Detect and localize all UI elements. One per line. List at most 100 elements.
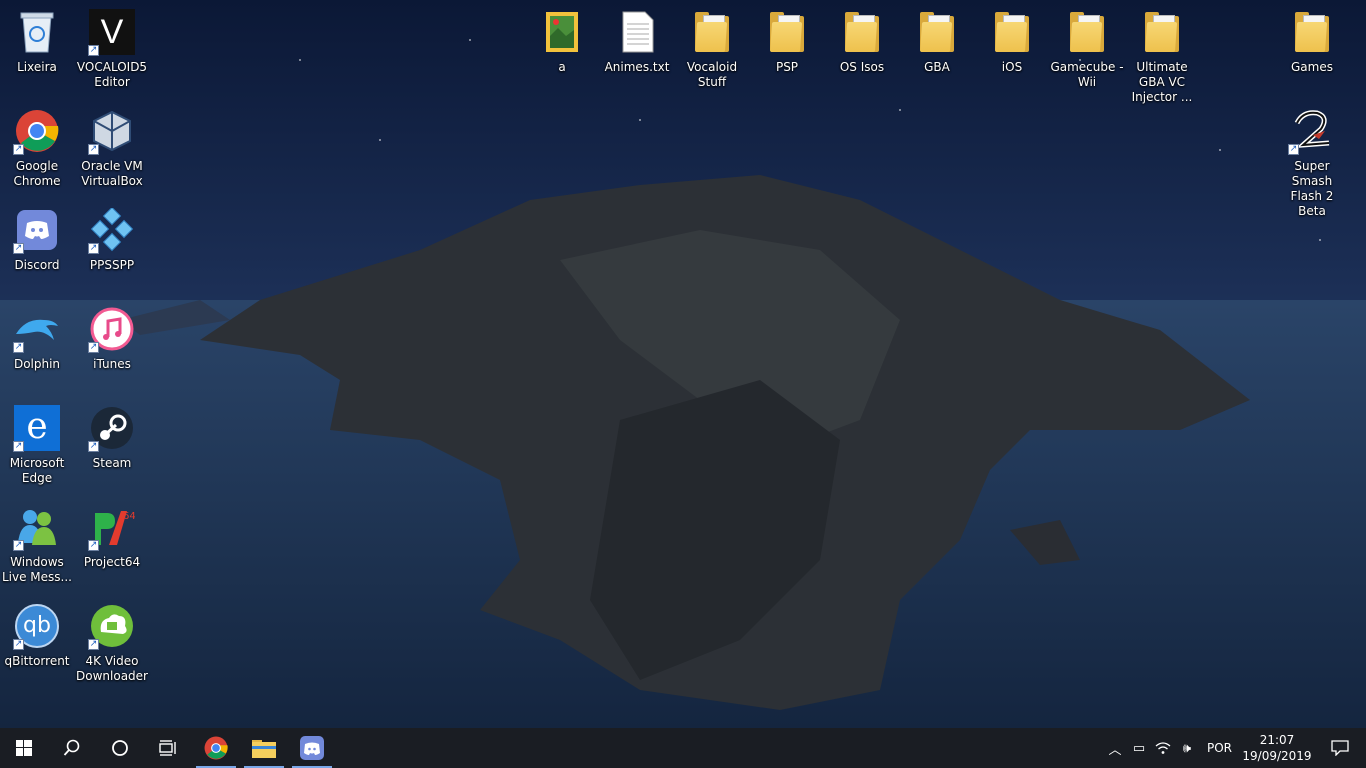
shortcut-arrow-icon: ↗ [88,639,99,650]
folder-icon [1063,8,1111,56]
shortcut-arrow-icon: ↗ [88,45,99,56]
desktop-icon-qbittorrent[interactable]: qb ↗ qBittorrent [0,602,74,669]
desktop-icon-ios[interactable]: iOS [975,8,1049,75]
shortcut-arrow-icon: ↗ [1288,144,1299,155]
desktop-icon-label: Project64 [83,555,141,569]
desktop-icon-windows-live-messenger[interactable]: ↗ Windows Live Mess... [0,503,74,585]
desktop-icon-psp[interactable]: PSP [750,8,824,75]
clock[interactable]: 21:07 19/09/2019 [1240,732,1314,764]
folder-icon [688,8,736,56]
desktop-icon-label: Windows Live Mess... [1,555,72,584]
steam-icon: ↗ [88,404,136,452]
taskbar-discord[interactable] [288,728,336,768]
desktop-icon-label: Gamecube - Wii [1050,60,1124,89]
shortcut-arrow-icon: ↗ [88,144,99,155]
ssf2-icon: ↗ [1288,107,1336,155]
action-center-button[interactable] [1314,728,1366,768]
edge-icon: e ↗ [13,404,61,452]
desktop-icon-4k-video-downloader[interactable]: ↗ 4K Video Downloader [75,602,149,684]
shortcut-arrow-icon: ↗ [13,342,24,353]
wifi-icon [1155,742,1171,754]
desktop-icon-os-isos[interactable]: OS Isos [825,8,899,75]
desktop-icon-a[interactable]: a [525,8,599,75]
taskbar: ︿ ▭ 🕪 POR 21:07 19/09/2019 [0,728,1366,768]
desktop-icon-google-chrome[interactable]: ↗ Google Chrome [0,107,74,189]
desktop-icon-steam[interactable]: ↗ Steam [75,404,149,471]
ppsspp-icon: ↗ [88,206,136,254]
task-view-button[interactable] [144,728,192,768]
task-view-icon [159,740,176,756]
battery-button[interactable]: ▭ [1127,728,1151,768]
shortcut-arrow-icon: ↗ [13,441,24,452]
chevron-up-icon: ︿ [1108,742,1122,758]
desktop-icon-vocaloid5-editor[interactable]: V ↗ VOCALOID5 Editor [75,8,149,90]
show-hidden-icons-button[interactable]: ︿ [1103,728,1127,768]
chrome-icon: ↗ [13,107,61,155]
desktop-icon-label: qBittorrent [4,654,70,668]
desktop-icon-gba[interactable]: GBA [900,8,974,75]
shortcut-arrow-icon: ↗ [13,540,24,551]
shortcut-arrow-icon: ↗ [13,639,24,650]
system-tray: ︿ ▭ 🕪 POR 21:07 19/09/2019 [1103,728,1366,768]
folder-icon [763,8,811,56]
vocaloid-icon: V ↗ [88,8,136,56]
desktop-icon-project64[interactable]: 64 ↗ Project64 [75,503,149,570]
desktop-icon-animes-txt[interactable]: Animes.txt [600,8,674,75]
desktop-icon-discord[interactable]: ↗ Discord [0,206,74,273]
desktop-icon-label: Microsoft Edge [9,456,65,485]
desktop-icon-super-smash-flash-2-beta[interactable]: ↗ Super Smash Flash 2 Beta [1275,107,1349,219]
desktop-icon-label: PPSSPP [89,258,135,272]
cortana-button[interactable] [96,728,144,768]
desktop-icon-ppsspp[interactable]: ↗ PPSSPP [75,206,149,273]
search-button[interactable] [48,728,96,768]
shortcut-arrow-icon: ↗ [88,342,99,353]
dolphin-icon: ↗ [13,305,61,353]
desktop-icon-label: Lixeira [17,60,57,74]
chrome-icon [204,736,228,760]
shortcut-arrow-icon: ↗ [88,243,99,254]
image-file-icon [538,8,586,56]
text-file-icon [613,8,661,56]
desktop-icon-ultimate-gba-vc-injector[interactable]: Ultimate GBA VC Injector ... [1125,8,1199,105]
desktop-icon-label: OS Isos [839,60,885,74]
shortcut-arrow-icon: ↗ [13,144,24,155]
desktop-icon-dolphin[interactable]: ↗ Dolphin [0,305,74,372]
desktop-icon-itunes[interactable]: ↗ iTunes [75,305,149,372]
project64-icon: 64 ↗ [88,503,136,551]
desktop-icon-label: Google Chrome [13,159,61,188]
desktop-icon-label: Animes.txt [604,60,670,74]
folder-icon [913,8,961,56]
desktop-icon-vocaloid-stuff[interactable]: Vocaloid Stuff [675,8,749,90]
desktop-icon-label: Steam [92,456,132,470]
search-icon [63,739,80,756]
desktop-icon-label: iTunes [93,357,131,371]
virtualbox-icon: ↗ [88,107,136,155]
messenger-icon: ↗ [13,503,61,551]
notification-icon [1331,740,1349,756]
taskbar-file-explorer[interactable] [240,728,288,768]
desktop-icon-label: Dolphin [13,357,61,371]
language-indicator[interactable]: POR [1199,741,1240,755]
desktop-icon-microsoft-edge[interactable]: e ↗ Microsoft Edge [0,404,74,486]
windows-start-icon [16,740,32,756]
folder-icon [1288,8,1336,56]
shortcut-arrow-icon: ↗ [13,243,24,254]
desktop-icon-oracle-vm-virtualbox[interactable]: ↗ Oracle VM VirtualBox [75,107,149,189]
discord-icon [300,736,324,760]
desktop-icon-games[interactable]: Games [1275,8,1349,75]
network-button[interactable] [1151,728,1175,768]
folder-icon [988,8,1036,56]
file-explorer-icon [252,740,276,758]
itunes-icon: ↗ [88,305,136,353]
battery-icon: ▭ [1132,740,1146,756]
start-button[interactable] [0,728,48,768]
speaker-icon: 🕪 [1182,740,1192,756]
desktop-icon-label: Super Smash Flash 2 Beta [1290,159,1334,218]
desktop-icon-label: 4K Video Downloader [76,654,148,683]
desktop-icon-lixeira[interactable]: Lixeira [0,8,74,75]
desktop-icon-gamecube-wii[interactable]: Gamecube - Wii [1050,8,1124,90]
volume-button[interactable]: 🕪 [1175,728,1199,768]
taskbar-chrome[interactable] [192,728,240,768]
desktop-icon-label: Ultimate GBA VC Injector ... [1131,60,1193,104]
folder-icon [1138,8,1186,56]
